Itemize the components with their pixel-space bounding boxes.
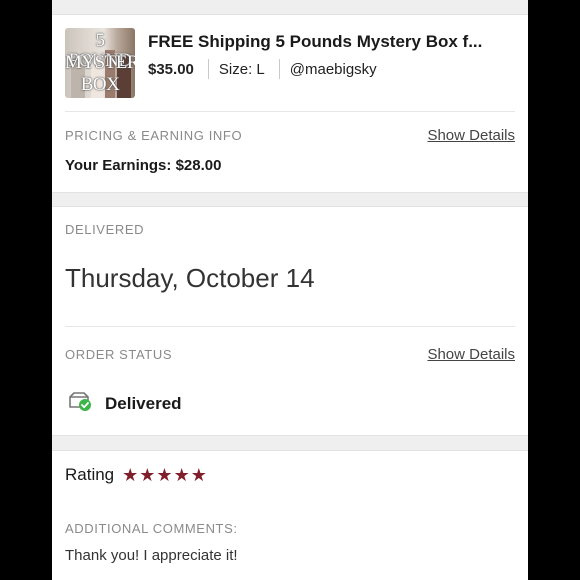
listing-meta: $35.00 Size: L @maebigsky: [148, 58, 377, 80]
star-icon: ★: [173, 465, 190, 485]
meta-divider: [207, 59, 209, 79]
thumbnail-text-line: MYSTERY: [65, 52, 135, 73]
listing-thumbnail[interactable]: 5 POUND MYSTERY BOX: [65, 28, 135, 98]
star-icon: ★: [156, 465, 173, 485]
listing-card: 5 POUND MYSTERY BOX FREE Shipping 5 Poun…: [52, 14, 528, 193]
rating-card: Rating ★ ★ ★ ★ ★ ADDITIONAL COMMENTS: Th…: [52, 450, 528, 580]
section-divider: [65, 326, 515, 327]
package-check-icon: [67, 390, 93, 417]
order-status-show-details-link[interactable]: Show Details: [427, 346, 515, 363]
meta-divider: [278, 59, 280, 79]
additional-comments-label: ADDITIONAL COMMENTS:: [65, 521, 238, 536]
seller-username[interactable]: @maebigsky: [290, 61, 377, 78]
star-icon: ★: [122, 465, 139, 485]
additional-comments-text: Thank you! I appreciate it!: [65, 547, 238, 564]
order-status-value: Delivered: [105, 393, 182, 413]
order-status-row: Delivered: [67, 390, 182, 417]
thumbnail-text-line: BOX: [80, 74, 120, 95]
delivery-date: Thursday, October 14: [65, 263, 315, 293]
rating-row: Rating ★ ★ ★ ★ ★: [65, 465, 208, 485]
section-divider: [65, 111, 515, 112]
star-icon: ★: [139, 465, 156, 485]
delivery-status-card: DELIVERED Thursday, October 14 ORDER STA…: [52, 206, 528, 436]
listing-price: $35.00: [148, 60, 194, 78]
rating-label: Rating: [65, 465, 115, 484]
order-status-label: ORDER STATUS: [65, 347, 173, 362]
listing-title[interactable]: FREE Shipping 5 Pounds Mystery Box f...: [148, 32, 518, 52]
pricing-section-label: PRICING & EARNING INFO: [65, 128, 243, 143]
star-icon: ★: [190, 465, 207, 485]
order-details-screen: 5 POUND MYSTERY BOX FREE Shipping 5 Poun…: [52, 0, 528, 580]
your-earnings: Your Earnings: $28.00: [65, 157, 222, 174]
listing-size: Size: L: [218, 60, 265, 78]
pricing-show-details-link[interactable]: Show Details: [427, 127, 515, 144]
delivered-label: DELIVERED: [65, 222, 145, 237]
